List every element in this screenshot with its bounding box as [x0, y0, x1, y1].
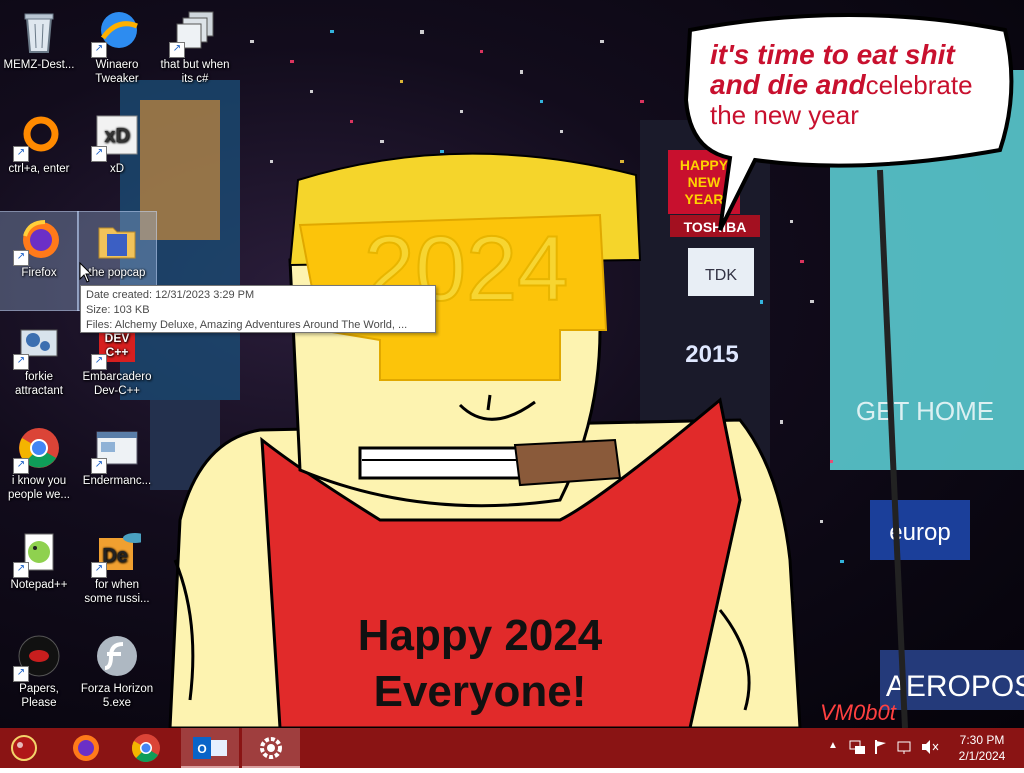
desktop-icon-papers-please[interactable]: ↗ Papers, Please — [0, 628, 78, 726]
tooltip-files: Files: Alchemy Deluxe, Amazing Adventure… — [86, 319, 408, 331]
desktop-icon-label: ctrl+a, enter — [8, 163, 70, 175]
papers-please-icon: ↗ — [13, 632, 63, 682]
hxd-icon: xD ↗ — [91, 112, 141, 162]
desktop-icon-label: Firefox — [21, 267, 57, 279]
taskbar: O ▲ 7:30 PM 2/1/2024 — [0, 728, 1024, 768]
shortcut-arrow-icon: ↗ — [91, 562, 107, 578]
desktop-icon-forza[interactable]: Forza Horizon 5.exe — [78, 628, 156, 726]
clock-time: 7:30 PM — [959, 733, 1005, 747]
show-hidden-icons-chevron-icon[interactable]: ▲ — [828, 740, 838, 751]
desktop-icon-label: MEMZ-Dest... — [3, 59, 75, 71]
wallpaper-watermark: VM0b0t — [820, 700, 897, 725]
start-orb-icon — [11, 735, 37, 761]
billboard-toshiba-text: TOSHIBA — [684, 219, 747, 235]
window-app-icon: ↗ — [91, 424, 141, 474]
flash-icon — [93, 632, 141, 680]
billboard-year-text: YEAR — [685, 191, 724, 207]
desktop-icon-label: i know you people we... — [7, 475, 70, 501]
billboard-get-home-text: GET HOME — [856, 396, 994, 426]
network-icon[interactable] — [896, 738, 914, 756]
chrome-icon — [132, 734, 160, 763]
desktop-icon-label: Embarcadero Dev-C++ — [82, 371, 152, 397]
greeting-line-1: Happy 2024 — [357, 611, 603, 660]
desktop-icon-label: Forza Horizon 5.exe — [80, 683, 154, 709]
shortcut-arrow-icon: ↗ — [91, 458, 107, 474]
desktop-icon-label: forkie attractant — [15, 371, 63, 397]
desktop-icon-ctrl-a-enter[interactable]: ↗ ctrl+a, enter — [0, 108, 78, 206]
folder-icon — [93, 216, 141, 264]
shortcut-arrow-icon: ↗ — [13, 562, 29, 578]
file-tooltip: Date created: 12/31/2023 3:29 PM Size: 1… — [80, 285, 436, 333]
svg-text:DEV: DEV — [105, 331, 130, 345]
firefox-icon: ↗ — [13, 216, 63, 266]
taskbar-chrome-button[interactable] — [122, 728, 170, 768]
desktop-icon-label: Papers, Please — [19, 683, 59, 709]
action-center-flag-icon[interactable] — [872, 738, 890, 756]
gear-monitor-icon: ↗ — [13, 320, 63, 370]
orange-ring-icon: ↗ — [13, 112, 63, 162]
shortcut-arrow-icon: ↗ — [91, 146, 107, 162]
clock-date: 2/1/2024 — [958, 749, 1006, 763]
shortcut-arrow-icon: ↗ — [169, 42, 185, 58]
desktop-icon-label: xD — [109, 163, 125, 175]
recycle-bin-icon — [15, 8, 63, 56]
volume-muted-icon[interactable] — [920, 738, 940, 756]
speech-line-3: the new year — [710, 100, 859, 130]
desktop-icon-that-but-when[interactable]: ↗ that but when its c# — [156, 4, 234, 102]
desktop-icon-label: Endermanc... — [82, 475, 152, 487]
desktop-icon-xd[interactable]: xD ↗ xD — [78, 108, 156, 206]
firefox-icon — [73, 735, 99, 761]
svg-text:O: O — [197, 742, 206, 756]
desktop-icon-label: that but when its c# — [160, 59, 230, 85]
desktop-icon-label: for when some russi... — [84, 579, 150, 605]
shortcut-arrow-icon: ↗ — [91, 354, 107, 370]
desktop-icon-for-when[interactable]: De ↗ for when some russi... — [78, 524, 156, 622]
speech-bubble: it's time to eat shit and die andcelebra… — [680, 18, 1010, 170]
outlook-icon: O — [193, 737, 227, 759]
winaero-icon: ↗ — [91, 8, 141, 58]
speech-line-2a: and die and — [710, 69, 866, 100]
taskbar-firefox-button[interactable] — [62, 728, 110, 768]
taskbar-settings-button[interactable] — [242, 728, 300, 768]
shortcut-arrow-icon: ↗ — [13, 146, 29, 162]
start-button[interactable] — [0, 728, 48, 768]
shortcut-arrow-icon: ↗ — [13, 458, 29, 474]
desktop-icon-winaero[interactable]: ↗ Winaero Tweaker — [78, 4, 156, 102]
system-tray: ▲ — [826, 728, 946, 768]
shortcut-arrow-icon: ↗ — [13, 250, 29, 266]
desktop-icon-label: Winaero Tweaker — [95, 59, 139, 85]
desktop-icon-memz[interactable]: MEMZ-Dest... — [0, 4, 78, 102]
speech-line-2b: celebrate — [865, 70, 973, 100]
network-share-icon[interactable] — [848, 738, 866, 756]
de-fish-icon: De ↗ — [91, 528, 147, 578]
greeting-text: Happy 2024 Everyone! — [320, 608, 640, 720]
speech-line-2: and die andcelebrate — [710, 69, 973, 101]
desktop-icon-notepadpp[interactable]: ↗ Notepad++ — [0, 524, 78, 622]
shortcut-arrow-icon: ↗ — [13, 354, 29, 370]
desktop-icon-label: Notepad++ — [10, 579, 68, 591]
shortcut-arrow-icon: ↗ — [13, 666, 29, 682]
taskbar-outlook-button[interactable]: O — [181, 728, 239, 768]
billboard-2015-text: 2015 — [685, 341, 738, 368]
svg-text:xD: xD — [104, 125, 130, 147]
greeting-line-2: Everyone! — [373, 667, 587, 716]
tooltip-date-created: Date created: 12/31/2023 3:29 PM — [86, 289, 255, 301]
shortcut-arrow-icon: ↗ — [91, 42, 107, 58]
mouse-cursor-icon — [79, 262, 93, 283]
gear-icon — [260, 737, 282, 759]
tooltip-size: Size: 103 KB — [86, 304, 150, 316]
chrome-icon: ↗ — [13, 424, 63, 474]
svg-text:C++: C++ — [106, 345, 129, 359]
speech-bubble-text: it's time to eat shit and die andcelebra… — [710, 39, 973, 131]
desktop-icon-forkie-attractant[interactable]: ↗ forkie attractant — [0, 316, 78, 414]
stacked-windows-icon: ↗ — [169, 8, 219, 58]
desktop-icon-endermanc[interactable]: ↗ Endermanc... — [78, 420, 156, 518]
speech-line-1: it's time to eat shit — [710, 39, 955, 70]
taskbar-clock[interactable]: 7:30 PM 2/1/2024 — [950, 732, 1014, 764]
desktop-icon-chrome[interactable]: ↗ i know you people we... — [0, 420, 78, 518]
billboard-tdk-text: TDK — [705, 267, 737, 284]
notepadpp-icon: ↗ — [13, 528, 63, 578]
desktop-icon-firefox[interactable]: ↗ Firefox — [0, 211, 79, 311]
billboard-new-text: NEW — [688, 174, 721, 190]
